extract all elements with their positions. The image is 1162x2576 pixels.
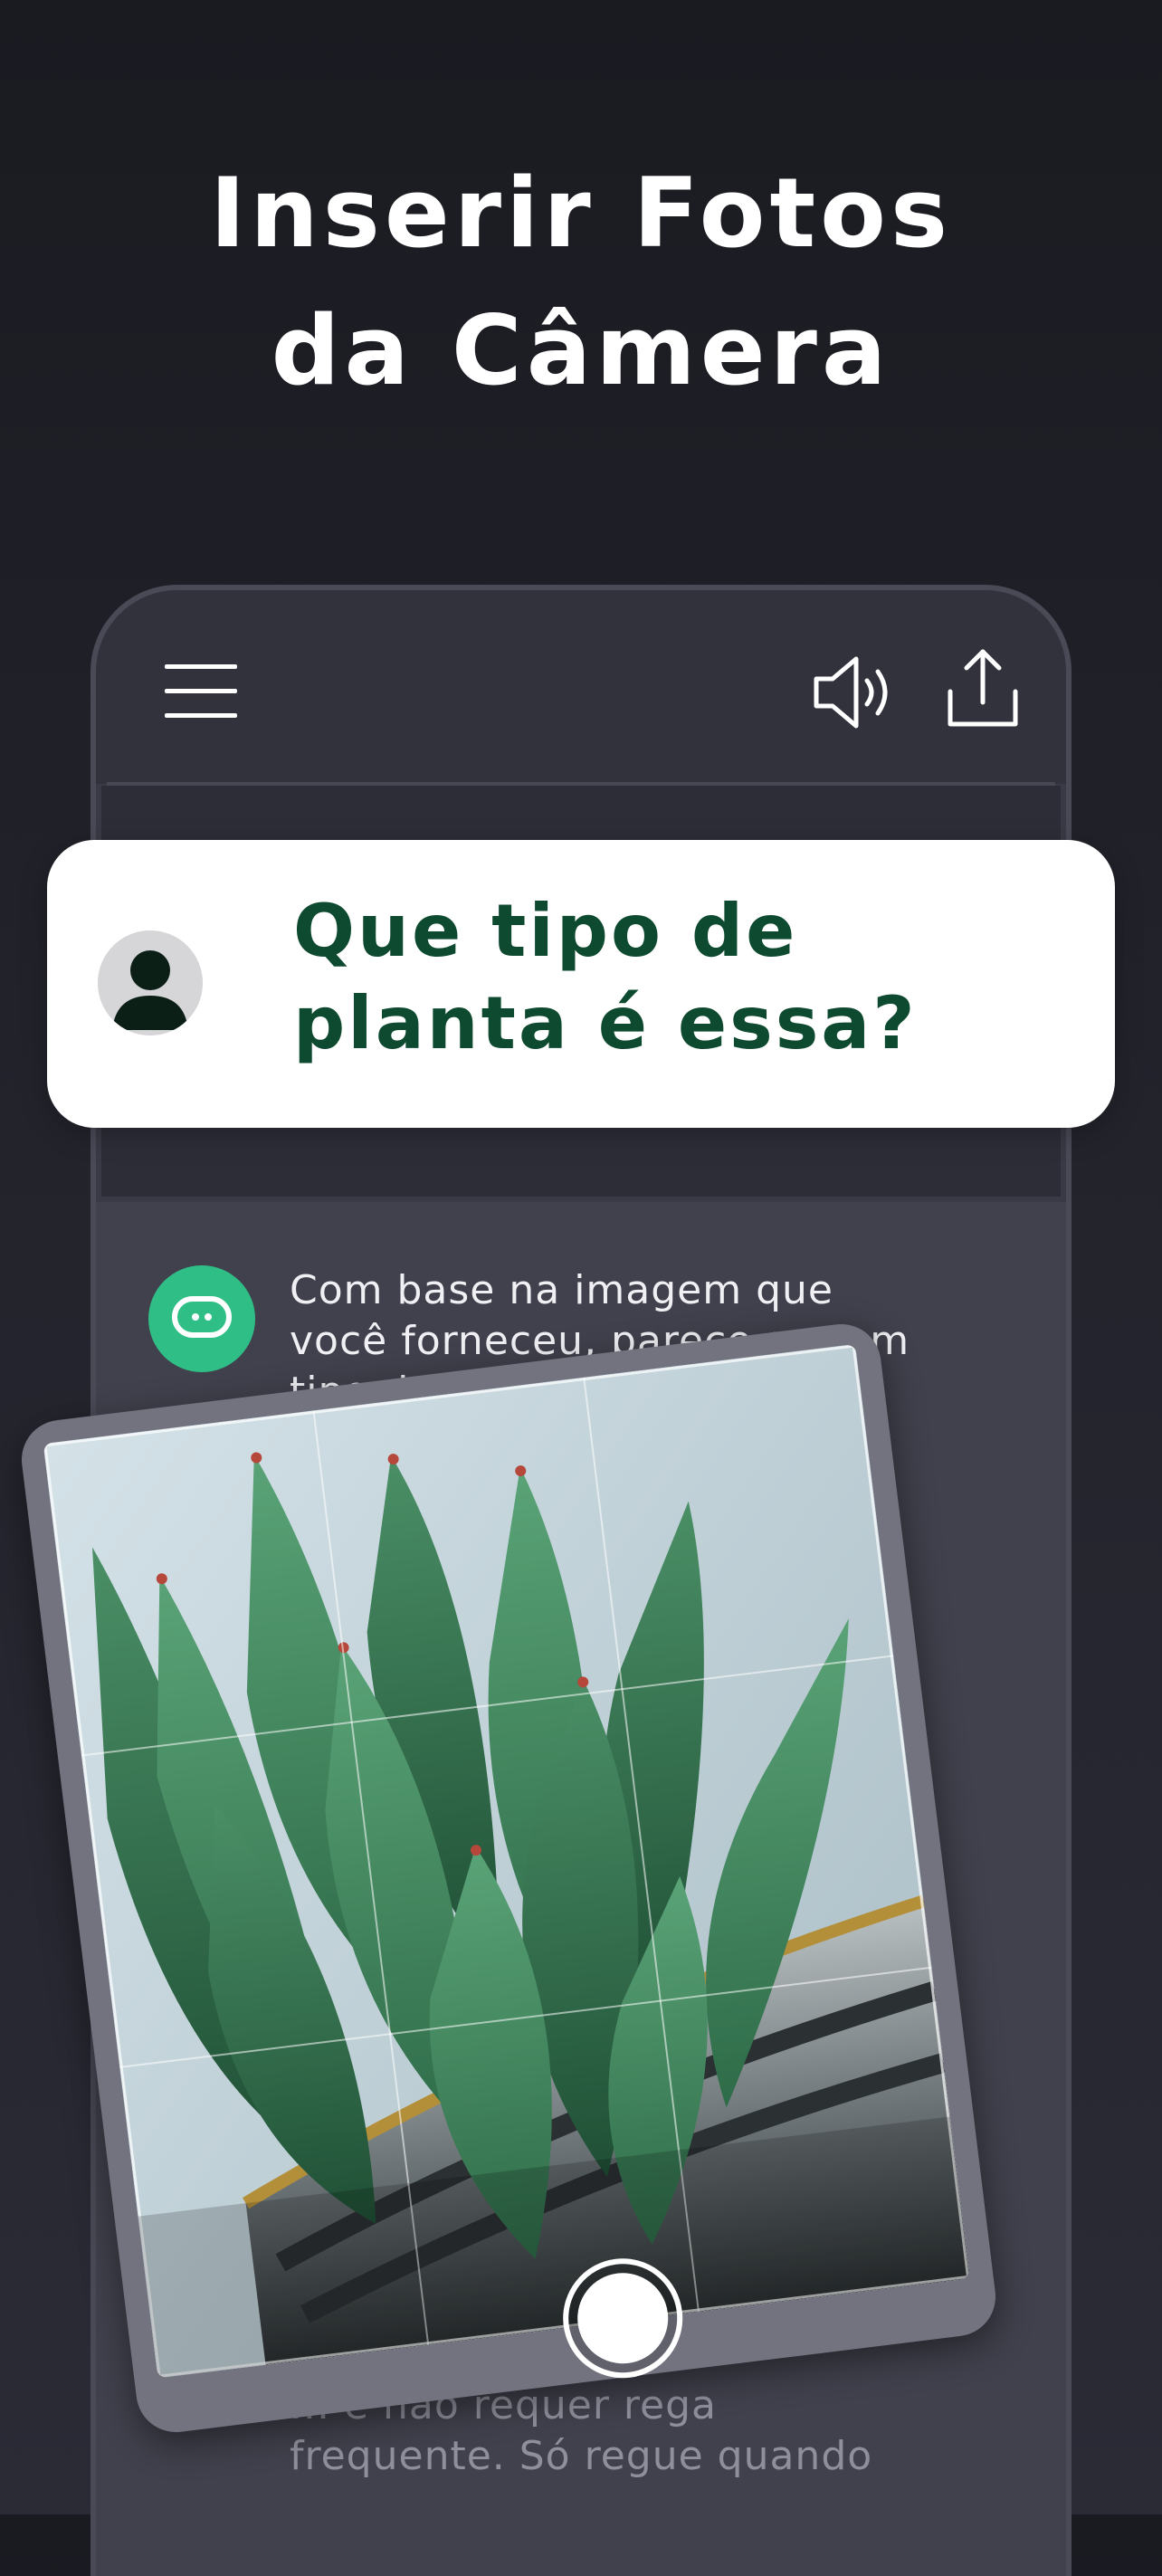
speaker-icon[interactable] [811, 654, 898, 731]
share-icon[interactable] [945, 646, 1021, 730]
bot-face-shape [172, 1296, 232, 1338]
headline-line-1: Inserir Fotos [209, 157, 953, 269]
bot-eye-right [205, 1313, 212, 1321]
succulent-photo [43, 1343, 970, 2379]
answer-line-1: Com base na imagem que [290, 1267, 833, 1313]
question-line-2: planta é essa? [293, 981, 918, 1065]
question-line-1: Que tipo de [293, 889, 798, 973]
question-text: Que tipo de planta é essa? [293, 885, 1090, 1070]
answer-footer-line-2: frequente. Só regue quando [290, 2433, 873, 2479]
question-bubble: Que tipo de planta é essa? [47, 840, 1115, 1128]
user-avatar-icon [98, 930, 203, 1035]
bot-eye-left [192, 1313, 199, 1321]
page-headline: Inserir Fotos da Câmera [0, 145, 1162, 420]
chatbot-icon [148, 1265, 255, 1372]
shutter-button-inner[interactable] [572, 2267, 673, 2369]
succulent-illustration [43, 1343, 970, 2379]
headline-line-2: da Câmera [271, 295, 891, 406]
camera-photo-card [16, 1319, 1001, 2438]
hamburger-menu-icon[interactable] [165, 661, 237, 720]
app-top-bar [96, 590, 1066, 784]
